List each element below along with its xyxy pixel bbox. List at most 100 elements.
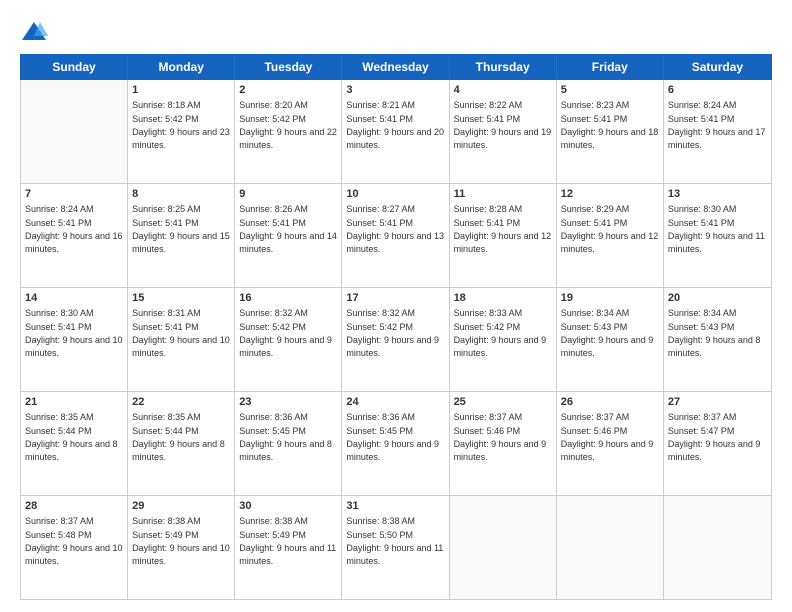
cell-info: Sunrise: 8:24 AMSunset: 5:41 PMDaylight:… <box>25 204 123 254</box>
cell-info: Sunrise: 8:32 AMSunset: 5:42 PMDaylight:… <box>346 308 439 358</box>
day-number: 14 <box>25 291 123 306</box>
calendar-cell: 20 Sunrise: 8:34 AMSunset: 5:43 PMDaylig… <box>664 288 771 391</box>
calendar-cell: 24 Sunrise: 8:36 AMSunset: 5:45 PMDaylig… <box>342 392 449 495</box>
calendar-row: 21 Sunrise: 8:35 AMSunset: 5:44 PMDaylig… <box>21 392 771 496</box>
calendar-row: 14 Sunrise: 8:30 AMSunset: 5:41 PMDaylig… <box>21 288 771 392</box>
calendar-cell: 5 Sunrise: 8:23 AMSunset: 5:41 PMDayligh… <box>557 80 664 183</box>
day-number: 31 <box>346 499 444 514</box>
day-header-tuesday: Tuesday <box>235 55 342 79</box>
day-number: 13 <box>668 187 767 202</box>
cell-info: Sunrise: 8:29 AMSunset: 5:41 PMDaylight:… <box>561 204 659 254</box>
day-number: 24 <box>346 395 444 410</box>
cell-info: Sunrise: 8:18 AMSunset: 5:42 PMDaylight:… <box>132 100 230 150</box>
cell-info: Sunrise: 8:26 AMSunset: 5:41 PMDaylight:… <box>239 204 337 254</box>
cell-info: Sunrise: 8:27 AMSunset: 5:41 PMDaylight:… <box>346 204 444 254</box>
calendar-header: SundayMondayTuesdayWednesdayThursdayFrid… <box>20 54 772 80</box>
cell-info: Sunrise: 8:37 AMSunset: 5:47 PMDaylight:… <box>668 412 761 462</box>
day-number: 29 <box>132 499 230 514</box>
day-header-monday: Monday <box>128 55 235 79</box>
header <box>20 18 772 46</box>
calendar-row: 7 Sunrise: 8:24 AMSunset: 5:41 PMDayligh… <box>21 184 771 288</box>
calendar-row: 1 Sunrise: 8:18 AMSunset: 5:42 PMDayligh… <box>21 80 771 184</box>
calendar-body: 1 Sunrise: 8:18 AMSunset: 5:42 PMDayligh… <box>20 80 772 600</box>
logo <box>20 18 52 46</box>
cell-info: Sunrise: 8:31 AMSunset: 5:41 PMDaylight:… <box>132 308 230 358</box>
day-number: 12 <box>561 187 659 202</box>
cell-info: Sunrise: 8:28 AMSunset: 5:41 PMDaylight:… <box>454 204 552 254</box>
calendar-cell: 13 Sunrise: 8:30 AMSunset: 5:41 PMDaylig… <box>664 184 771 287</box>
calendar-cell: 10 Sunrise: 8:27 AMSunset: 5:41 PMDaylig… <box>342 184 449 287</box>
calendar-cell: 18 Sunrise: 8:33 AMSunset: 5:42 PMDaylig… <box>450 288 557 391</box>
calendar-cell: 12 Sunrise: 8:29 AMSunset: 5:41 PMDaylig… <box>557 184 664 287</box>
cell-info: Sunrise: 8:36 AMSunset: 5:45 PMDaylight:… <box>239 412 332 462</box>
day-number: 27 <box>668 395 767 410</box>
calendar-cell: 4 Sunrise: 8:22 AMSunset: 5:41 PMDayligh… <box>450 80 557 183</box>
day-number: 1 <box>132 83 230 98</box>
day-header-thursday: Thursday <box>450 55 557 79</box>
day-number: 21 <box>25 395 123 410</box>
cell-info: Sunrise: 8:30 AMSunset: 5:41 PMDaylight:… <box>668 204 765 254</box>
cell-info: Sunrise: 8:25 AMSunset: 5:41 PMDaylight:… <box>132 204 230 254</box>
day-number: 22 <box>132 395 230 410</box>
calendar-cell: 2 Sunrise: 8:20 AMSunset: 5:42 PMDayligh… <box>235 80 342 183</box>
cell-info: Sunrise: 8:38 AMSunset: 5:49 PMDaylight:… <box>132 516 230 566</box>
cell-info: Sunrise: 8:32 AMSunset: 5:42 PMDaylight:… <box>239 308 332 358</box>
calendar-cell: 8 Sunrise: 8:25 AMSunset: 5:41 PMDayligh… <box>128 184 235 287</box>
cell-info: Sunrise: 8:21 AMSunset: 5:41 PMDaylight:… <box>346 100 444 150</box>
calendar-cell: 27 Sunrise: 8:37 AMSunset: 5:47 PMDaylig… <box>664 392 771 495</box>
day-number: 2 <box>239 83 337 98</box>
cell-info: Sunrise: 8:34 AMSunset: 5:43 PMDaylight:… <box>668 308 761 358</box>
calendar-cell <box>557 496 664 599</box>
calendar-cell: 30 Sunrise: 8:38 AMSunset: 5:49 PMDaylig… <box>235 496 342 599</box>
calendar-cell <box>450 496 557 599</box>
day-number: 30 <box>239 499 337 514</box>
calendar-cell: 9 Sunrise: 8:26 AMSunset: 5:41 PMDayligh… <box>235 184 342 287</box>
cell-info: Sunrise: 8:34 AMSunset: 5:43 PMDaylight:… <box>561 308 654 358</box>
calendar-cell: 17 Sunrise: 8:32 AMSunset: 5:42 PMDaylig… <box>342 288 449 391</box>
day-header-friday: Friday <box>557 55 664 79</box>
day-number: 3 <box>346 83 444 98</box>
cell-info: Sunrise: 8:37 AMSunset: 5:46 PMDaylight:… <box>454 412 547 462</box>
day-header-sunday: Sunday <box>21 55 128 79</box>
cell-info: Sunrise: 8:30 AMSunset: 5:41 PMDaylight:… <box>25 308 123 358</box>
calendar-cell: 22 Sunrise: 8:35 AMSunset: 5:44 PMDaylig… <box>128 392 235 495</box>
day-header-saturday: Saturday <box>664 55 771 79</box>
cell-info: Sunrise: 8:38 AMSunset: 5:49 PMDaylight:… <box>239 516 336 566</box>
cell-info: Sunrise: 8:33 AMSunset: 5:42 PMDaylight:… <box>454 308 547 358</box>
cell-info: Sunrise: 8:24 AMSunset: 5:41 PMDaylight:… <box>668 100 766 150</box>
calendar-cell: 25 Sunrise: 8:37 AMSunset: 5:46 PMDaylig… <box>450 392 557 495</box>
day-header-wednesday: Wednesday <box>342 55 449 79</box>
day-number: 11 <box>454 187 552 202</box>
cell-info: Sunrise: 8:35 AMSunset: 5:44 PMDaylight:… <box>132 412 225 462</box>
calendar-cell: 14 Sunrise: 8:30 AMSunset: 5:41 PMDaylig… <box>21 288 128 391</box>
cell-info: Sunrise: 8:35 AMSunset: 5:44 PMDaylight:… <box>25 412 118 462</box>
day-number: 5 <box>561 83 659 98</box>
calendar-cell: 19 Sunrise: 8:34 AMSunset: 5:43 PMDaylig… <box>557 288 664 391</box>
calendar-cell: 11 Sunrise: 8:28 AMSunset: 5:41 PMDaylig… <box>450 184 557 287</box>
calendar-cell <box>664 496 771 599</box>
calendar-cell: 1 Sunrise: 8:18 AMSunset: 5:42 PMDayligh… <box>128 80 235 183</box>
cell-info: Sunrise: 8:37 AMSunset: 5:48 PMDaylight:… <box>25 516 123 566</box>
day-number: 7 <box>25 187 123 202</box>
day-number: 17 <box>346 291 444 306</box>
calendar-cell <box>21 80 128 183</box>
day-number: 10 <box>346 187 444 202</box>
calendar: SundayMondayTuesdayWednesdayThursdayFrid… <box>20 54 772 600</box>
calendar-cell: 29 Sunrise: 8:38 AMSunset: 5:49 PMDaylig… <box>128 496 235 599</box>
day-number: 26 <box>561 395 659 410</box>
cell-info: Sunrise: 8:22 AMSunset: 5:41 PMDaylight:… <box>454 100 552 150</box>
day-number: 25 <box>454 395 552 410</box>
day-number: 20 <box>668 291 767 306</box>
logo-icon <box>20 18 48 46</box>
calendar-cell: 6 Sunrise: 8:24 AMSunset: 5:41 PMDayligh… <box>664 80 771 183</box>
calendar-row: 28 Sunrise: 8:37 AMSunset: 5:48 PMDaylig… <box>21 496 771 599</box>
calendar-cell: 31 Sunrise: 8:38 AMSunset: 5:50 PMDaylig… <box>342 496 449 599</box>
cell-info: Sunrise: 8:38 AMSunset: 5:50 PMDaylight:… <box>346 516 443 566</box>
day-number: 4 <box>454 83 552 98</box>
calendar-cell: 7 Sunrise: 8:24 AMSunset: 5:41 PMDayligh… <box>21 184 128 287</box>
calendar-cell: 28 Sunrise: 8:37 AMSunset: 5:48 PMDaylig… <box>21 496 128 599</box>
day-number: 6 <box>668 83 767 98</box>
day-number: 18 <box>454 291 552 306</box>
calendar-cell: 3 Sunrise: 8:21 AMSunset: 5:41 PMDayligh… <box>342 80 449 183</box>
calendar-cell: 26 Sunrise: 8:37 AMSunset: 5:46 PMDaylig… <box>557 392 664 495</box>
